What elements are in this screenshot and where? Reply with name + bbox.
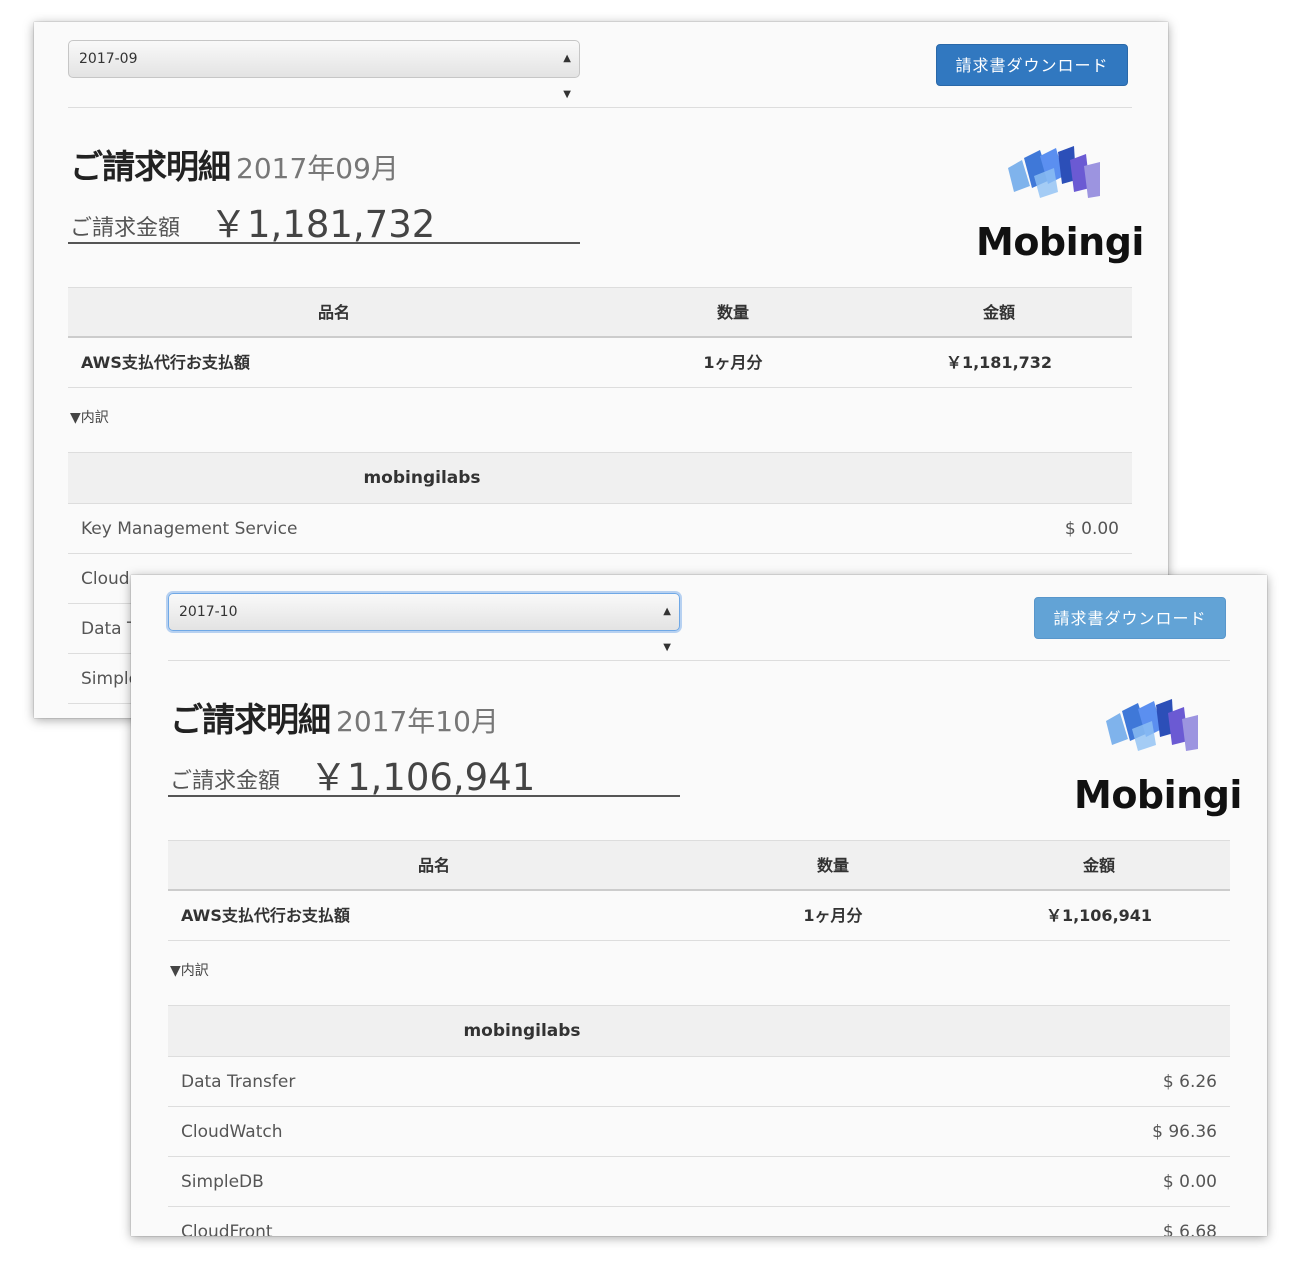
table-row: SimpleDB $ 0.00 [168, 1157, 1230, 1207]
page-title: ご請求明細 2017年09月 [70, 140, 399, 188]
item-qty: 1ヶ月分 [803, 906, 863, 925]
header-amount: 金額 [1082, 856, 1115, 875]
billing-amount: ご請求金額 ￥1,106,941 [168, 753, 680, 799]
header-item: 品名 [417, 856, 450, 875]
table-row: AWS支払代行お支払額 1ヶ月分 ￥1,181,732 [68, 338, 1132, 388]
item-name: AWS支払代行お支払額 [181, 906, 350, 925]
account-name: mobingilabs [463, 1021, 581, 1041]
item-amount: ￥1,106,941 [1045, 906, 1153, 925]
page-title: ご請求明細 2017年10月 [170, 693, 499, 741]
amount-label: ご請求金額 [170, 769, 281, 794]
item-qty: 1ヶ月分 [703, 353, 763, 372]
amount-label: ご請求金額 [70, 216, 181, 241]
service-name: CloudWatch [181, 1122, 283, 1142]
title-text: ご請求明細 [70, 147, 231, 186]
breakdown-toggle[interactable]: ▼内訳 [168, 941, 1230, 1006]
table-row: Key Management Service $ 0.00 [68, 504, 1132, 554]
breakdown-toggle[interactable]: ▼内訳 [68, 388, 1132, 453]
table-header: 品名 数量 金額 [68, 287, 1132, 338]
service-amount: $ 0.00 [1064, 519, 1119, 539]
select-arrows-icon: ▲ ▼ [663, 606, 671, 653]
account-name: mobingilabs [363, 468, 481, 488]
table-row: CloudFront $ 6.68 [168, 1207, 1230, 1236]
title-text: ご請求明細 [170, 700, 331, 739]
billing-amount: ご請求金額 ￥1,181,732 [68, 200, 580, 246]
select-arrows-icon: ▲ ▼ [563, 53, 571, 100]
service-name: Data T [81, 619, 138, 639]
month-select[interactable]: 2017-10 ▲ ▼ [168, 593, 680, 653]
header-qty: 数量 [816, 856, 849, 875]
month-select-value: 2017-10 [179, 604, 238, 620]
service-name: CloudFront [181, 1222, 273, 1236]
mobingi-logo-icon [1106, 699, 1198, 751]
divider [68, 107, 1132, 108]
service-name: Key Management Service [81, 519, 298, 539]
breakdown-label: ▼内訳 [70, 410, 109, 426]
account-header: mobingilabs [68, 453, 1132, 504]
table-row: CloudWatch $ 96.36 [168, 1107, 1230, 1157]
account-header: mobingilabs [168, 1006, 1230, 1057]
table-row: Data Transfer $ 6.26 [168, 1057, 1230, 1107]
logo-wordmark: Mobingi [1074, 773, 1242, 817]
invoice-window-october: 2017-10 ▲ ▼ 請求書ダウンロード ご請求明細 2017年10月 ご請求金額… [131, 575, 1267, 1236]
month-select-value: 2017-09 [79, 51, 138, 67]
header-qty: 数量 [716, 303, 749, 322]
mobingi-logo: Mobingi [976, 142, 1144, 266]
download-invoice-button[interactable]: 請求書ダウンロード [936, 44, 1128, 86]
table-header: 品名 数量 金額 [168, 840, 1230, 891]
header-amount: 金額 [982, 303, 1015, 322]
service-amount: $ 6.26 [1162, 1072, 1217, 1092]
item-amount: ￥1,181,732 [945, 353, 1053, 372]
logo-wordmark: Mobingi [976, 220, 1144, 264]
service-amount: $ 0.00 [1162, 1172, 1217, 1192]
download-invoice-button[interactable]: 請求書ダウンロード [1034, 597, 1226, 639]
divider [168, 660, 1230, 661]
billing-period: 2017年10月 [336, 705, 499, 738]
service-name: SimpleDB [181, 1172, 264, 1192]
mobingi-logo-icon [1008, 146, 1100, 198]
amount-value: ￥1,181,732 [210, 203, 436, 246]
item-name: AWS支払代行お支払額 [81, 353, 250, 372]
service-name: Cloud [81, 569, 130, 589]
invoice-table: 品名 数量 金額 AWS支払代行お支払額 1ヶ月分 ￥1,106,941 ▼内訳… [168, 840, 1230, 1236]
service-amount: $ 6.68 [1162, 1222, 1217, 1236]
month-select[interactable]: 2017-09 ▲ ▼ [68, 40, 580, 100]
table-row: AWS支払代行お支払額 1ヶ月分 ￥1,106,941 [168, 891, 1230, 941]
service-amount: $ 96.36 [1152, 1122, 1217, 1142]
billing-period: 2017年09月 [236, 152, 399, 185]
mobingi-logo: Mobingi [1074, 695, 1242, 819]
amount-value: ￥1,106,941 [310, 756, 536, 799]
header-item: 品名 [317, 303, 350, 322]
breakdown-label: ▼内訳 [170, 963, 209, 979]
service-name: Data Transfer [181, 1072, 296, 1092]
